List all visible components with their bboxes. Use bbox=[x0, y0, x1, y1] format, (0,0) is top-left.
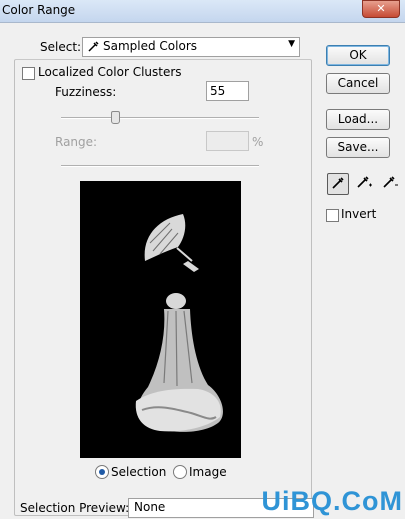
fuzziness-input[interactable]: 55 bbox=[206, 81, 249, 101]
ok-button[interactable]: OK bbox=[326, 45, 390, 66]
selection-radio[interactable] bbox=[95, 465, 109, 479]
eyedropper-plus-icon bbox=[355, 174, 373, 193]
close-button[interactable]: ✕ bbox=[362, 0, 400, 18]
add-to-sample-tool[interactable] bbox=[354, 173, 374, 193]
subtract-from-sample-tool[interactable] bbox=[380, 173, 400, 193]
select-label: Select: bbox=[40, 40, 82, 54]
localized-color-clusters-label: Localized Color Clusters bbox=[38, 65, 182, 79]
invert-label: Invert bbox=[341, 207, 377, 221]
fuzziness-label: Fuzziness: bbox=[55, 85, 117, 99]
eyedropper-tool[interactable] bbox=[327, 173, 349, 195]
image-radio[interactable] bbox=[173, 465, 187, 479]
eyedropper-icon bbox=[87, 40, 100, 56]
title-bar: Color Range ✕ bbox=[0, 0, 405, 23]
color-range-dialog: Select: Sampled Colors ▼ Localized Color… bbox=[0, 23, 405, 519]
selection-radio-label: Selection bbox=[111, 465, 167, 479]
range-slider[interactable] bbox=[61, 165, 259, 167]
close-icon: ✕ bbox=[376, 2, 386, 15]
selection-preview-label: Selection Preview: bbox=[20, 501, 130, 515]
cancel-button[interactable]: Cancel bbox=[326, 73, 390, 94]
eyedropper-icon bbox=[330, 175, 346, 194]
range-input[interactable] bbox=[206, 131, 249, 151]
eyedropper-minus-icon bbox=[381, 174, 399, 193]
fuzziness-slider-thumb[interactable] bbox=[111, 111, 120, 124]
image-radio-label: Image bbox=[189, 465, 227, 479]
selection-preview-value: None bbox=[134, 500, 166, 514]
range-unit: % bbox=[252, 135, 264, 149]
select-value: Sampled Colors bbox=[103, 39, 198, 53]
localized-color-clusters-checkbox[interactable] bbox=[22, 67, 35, 80]
invert-checkbox[interactable] bbox=[326, 209, 339, 222]
dropdown-arrow-icon: ▼ bbox=[288, 39, 295, 49]
select-dropdown[interactable]: Sampled Colors ▼ bbox=[82, 37, 300, 57]
window-title: Color Range bbox=[2, 3, 76, 17]
range-label: Range: bbox=[55, 135, 98, 149]
watermark-logo: UiBQ.CoM bbox=[261, 486, 403, 516]
fuzziness-slider[interactable] bbox=[61, 117, 259, 119]
save-button[interactable]: Save... bbox=[326, 137, 390, 158]
selection-preview-image bbox=[80, 181, 241, 458]
load-button[interactable]: Load... bbox=[326, 109, 390, 130]
